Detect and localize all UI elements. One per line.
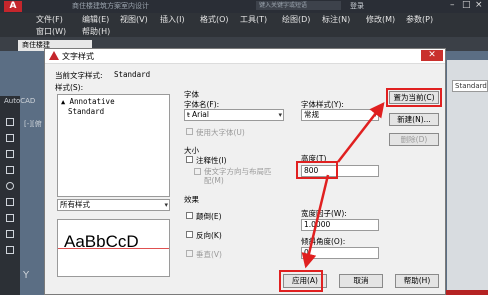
arrow-to-set-current [337, 102, 385, 163]
arrow-to-apply [301, 174, 330, 269]
annotation-arrows [301, 102, 385, 269]
